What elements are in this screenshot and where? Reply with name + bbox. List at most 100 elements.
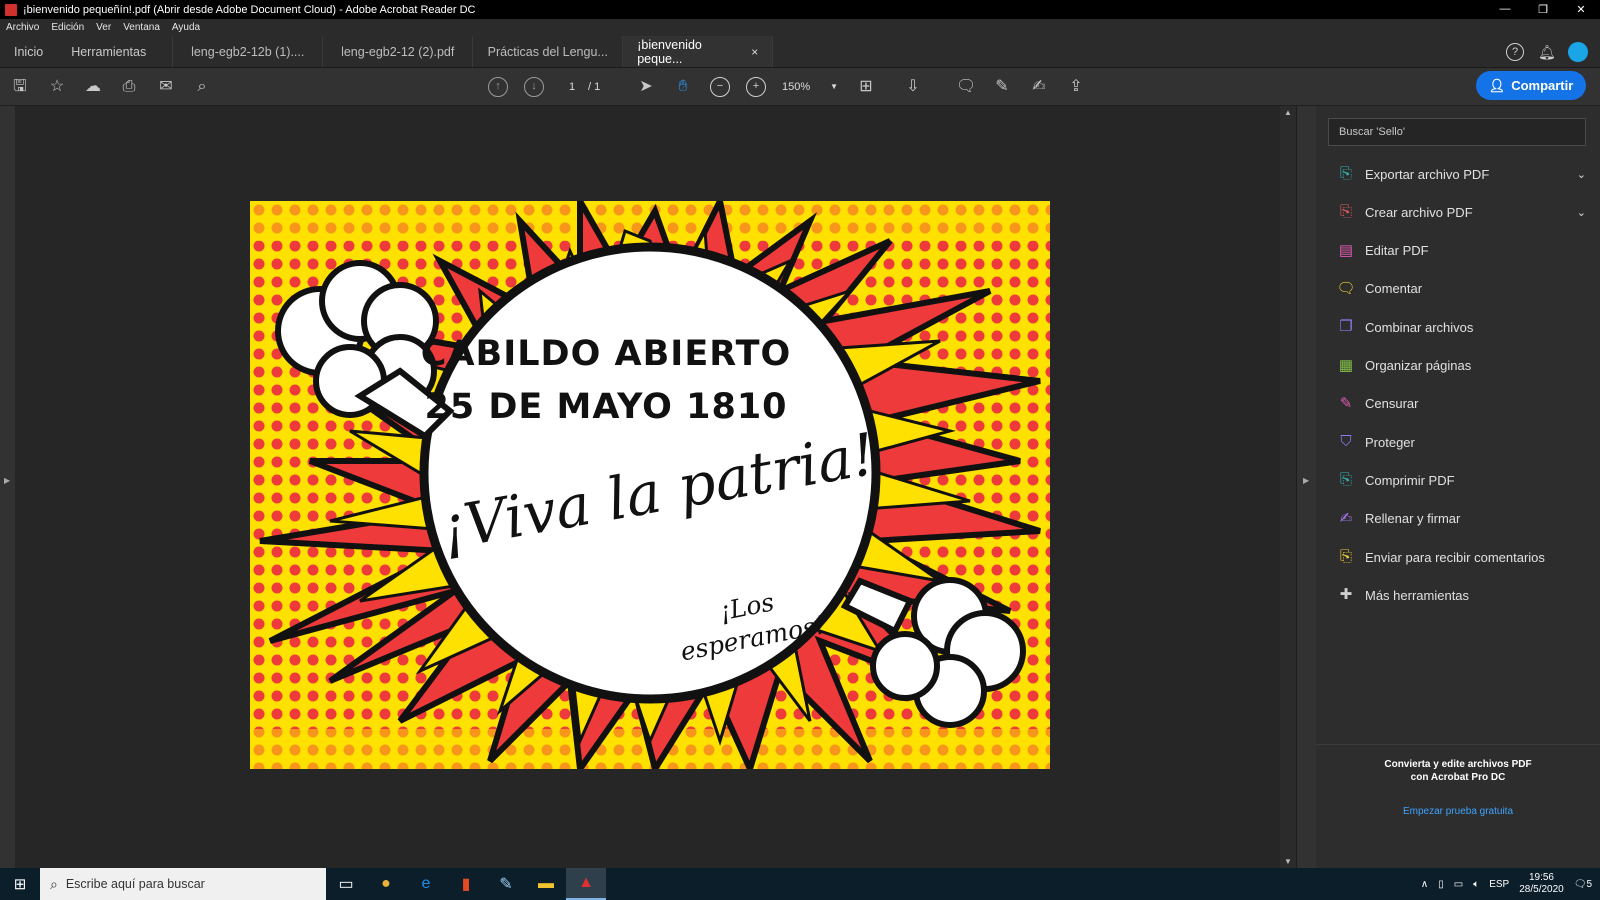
restore-button[interactable]: ❐: [1524, 3, 1562, 16]
window-controls: — ❐ ✕: [1486, 3, 1600, 16]
zoom-in-icon[interactable]: +: [746, 77, 766, 97]
scroll-mode-icon[interactable]: ⇩: [903, 77, 923, 97]
tab-inicio[interactable]: Inicio: [0, 36, 57, 67]
account-area: ? 🔔︎: [1506, 36, 1600, 67]
chevron-up-icon[interactable]: ∧: [1421, 879, 1428, 890]
mail-icon[interactable]: ✉︎: [156, 77, 176, 97]
menu-edicion[interactable]: Edición: [51, 22, 84, 33]
page-number-input[interactable]: 1: [556, 78, 588, 96]
fill-sign-icon: ✍︎: [1339, 509, 1353, 527]
tool-item[interactable]: ❐ Combinar archivos: [1336, 314, 1594, 340]
tab-doc-3[interactable]: Prácticas del Lengu...: [473, 36, 624, 67]
tool-label: Comprimir PDF: [1365, 472, 1455, 488]
tool-item[interactable]: ✚ Más herramientas: [1336, 582, 1594, 608]
zoom-value: 150%: [782, 81, 811, 93]
share-button[interactable]: 👤︎ Compartir: [1476, 71, 1586, 100]
vertical-scrollbar[interactable]: ▲ ▼: [1280, 106, 1296, 868]
right-pane-toggle[interactable]: ▶: [1296, 106, 1316, 868]
tool-label: Censurar: [1365, 396, 1419, 412]
tool-item[interactable]: ▤ Editar PDF: [1336, 238, 1594, 264]
tool-item[interactable]: ✍︎ Rellenar y firmar: [1336, 506, 1594, 532]
tool-item[interactable]: ⎘ Crear archivo PDF ⌄: [1336, 199, 1594, 225]
volume-icon[interactable]: 🔈︎: [1473, 879, 1479, 890]
tool-item[interactable]: 🗨︎ Comentar: [1336, 276, 1594, 302]
tab-doc-1[interactable]: leng-egb2-12b (1)....: [173, 36, 324, 67]
sign-icon[interactable]: ✍︎: [1029, 77, 1049, 97]
tool-item[interactable]: ⛉ Proteger: [1336, 429, 1594, 455]
search-icon: ⌕: [50, 875, 58, 892]
comment-tool-icon[interactable]: 🗨︎: [956, 77, 976, 97]
next-page-icon[interactable]: ↓: [524, 77, 544, 97]
avatar[interactable]: [1568, 41, 1588, 62]
tools-panel: Buscar 'Sello' ⎘ Exportar archivo PDF ⌄ ⎘ Cr…: [1316, 106, 1600, 868]
tool-item[interactable]: ✎ Censurar: [1336, 391, 1594, 417]
menu-ayuda[interactable]: Ayuda: [172, 22, 200, 33]
star-icon[interactable]: ☆: [47, 77, 67, 97]
tool-label: Rellenar y firmar: [1365, 511, 1461, 527]
tools-search-input[interactable]: Buscar 'Sello': [1328, 118, 1586, 146]
clock[interactable]: 19:56 28/5/2020: [1519, 872, 1564, 896]
poster-title-line1: CABILDO ABIERTO: [420, 334, 792, 374]
pdf-page: CABILDO ABIERTO 25 DE MAYO 1810 ¡Viva la…: [250, 201, 1050, 769]
fit-page-icon[interactable]: ⊞: [856, 77, 876, 97]
acrobat-taskbar-icon[interactable]: ▲: [566, 868, 606, 900]
chevron-down-icon[interactable]: ⌄: [1577, 168, 1586, 181]
share-link-icon[interactable]: ⇪: [1066, 77, 1086, 97]
system-tray: ∧ ▯ ▭ 🔈︎ ESP 19:56 28/5/2020 🗨︎5: [1421, 872, 1600, 896]
tool-label: Crear archivo PDF: [1365, 204, 1473, 220]
tab-doc-2[interactable]: leng-egb2-12 (2).pdf: [323, 36, 474, 67]
zoom-out-icon[interactable]: −: [710, 77, 730, 97]
battery-icon[interactable]: ▯: [1438, 879, 1444, 890]
windows-start-icon[interactable]: ⊞: [0, 868, 40, 900]
left-pane-toggle[interactable]: ▶: [0, 106, 15, 868]
share-label: Compartir: [1511, 78, 1574, 93]
title-bar: ¡bienvenido pequeñín!.pdf (Abrir desde A…: [0, 0, 1600, 19]
network-icon[interactable]: ▭: [1454, 879, 1463, 890]
tool-item[interactable]: ⎘ Enviar para recibir comentarios: [1336, 544, 1594, 570]
edge-icon[interactable]: e: [406, 868, 446, 900]
tab-doc-active[interactable]: ¡bienvenido peque... ×: [623, 36, 774, 67]
notifications-icon[interactable]: 🗨︎5: [1574, 879, 1592, 890]
language-indicator[interactable]: ESP: [1489, 879, 1509, 890]
cloud-upload-icon[interactable]: ☁︎: [83, 77, 103, 97]
menu-ver[interactable]: Ver: [96, 22, 111, 33]
chevron-down-icon: ▼: [830, 82, 838, 91]
tool-item[interactable]: ▦ Organizar páginas: [1336, 353, 1594, 379]
highlight-icon[interactable]: ✎: [992, 77, 1012, 97]
search-icon[interactable]: ⌕: [192, 77, 212, 97]
chrome-icon[interactable]: ●: [366, 868, 406, 900]
prev-page-icon[interactable]: ↑: [488, 77, 508, 97]
chevron-down-icon[interactable]: ⌄: [1577, 206, 1586, 219]
hand-tool-icon[interactable]: ✋︎: [673, 77, 693, 97]
taskbar-search[interactable]: ⌕ Escribe aquí para buscar: [40, 868, 326, 900]
print-icon[interactable]: ⎙: [119, 77, 139, 97]
select-cursor-icon[interactable]: ➤: [636, 77, 656, 97]
minimize-button[interactable]: —: [1486, 3, 1524, 16]
promo-text: Convierta y edite archivos PDF con Acrob…: [1316, 758, 1600, 784]
tool-label: Organizar páginas: [1365, 358, 1472, 373]
menu-archivo[interactable]: Archivo: [6, 22, 39, 33]
tab-herramientas[interactable]: Herramientas: [57, 36, 174, 67]
tool-item[interactable]: ⎘ Exportar archivo PDF ⌄: [1336, 161, 1594, 187]
acrobat-icon: [5, 3, 17, 16]
tab-close-icon[interactable]: ×: [751, 45, 758, 59]
save-icon[interactable]: 🖫︎: [10, 77, 30, 97]
paint-icon[interactable]: ✎: [486, 868, 526, 900]
trial-link[interactable]: Empezar prueba gratuita: [1316, 806, 1600, 817]
taskbar-search-placeholder: Escribe aquí para buscar: [65, 877, 205, 891]
page-total: / 1: [588, 81, 601, 93]
scroll-down-icon[interactable]: ▼: [1284, 857, 1292, 866]
tool-item[interactable]: ⎘ Comprimir PDF: [1336, 467, 1594, 493]
task-view-icon[interactable]: ▭: [326, 868, 366, 900]
bell-icon[interactable]: 🔔︎: [1538, 44, 1556, 60]
file-explorer-icon[interactable]: ▬: [526, 868, 566, 900]
zoom-select[interactable]: 150% ▼: [782, 78, 840, 96]
promo-line2: con Acrobat Pro DC: [1410, 772, 1506, 783]
menu-ventana[interactable]: Ventana: [123, 22, 160, 33]
close-window-button[interactable]: ✕: [1562, 3, 1600, 16]
help-icon[interactable]: ?: [1506, 42, 1524, 61]
scroll-up-icon[interactable]: ▲: [1284, 108, 1292, 117]
office-icon[interactable]: ▮: [446, 868, 486, 900]
clock-time: 19:56: [1528, 872, 1554, 883]
notification-count: 5: [1586, 878, 1592, 890]
